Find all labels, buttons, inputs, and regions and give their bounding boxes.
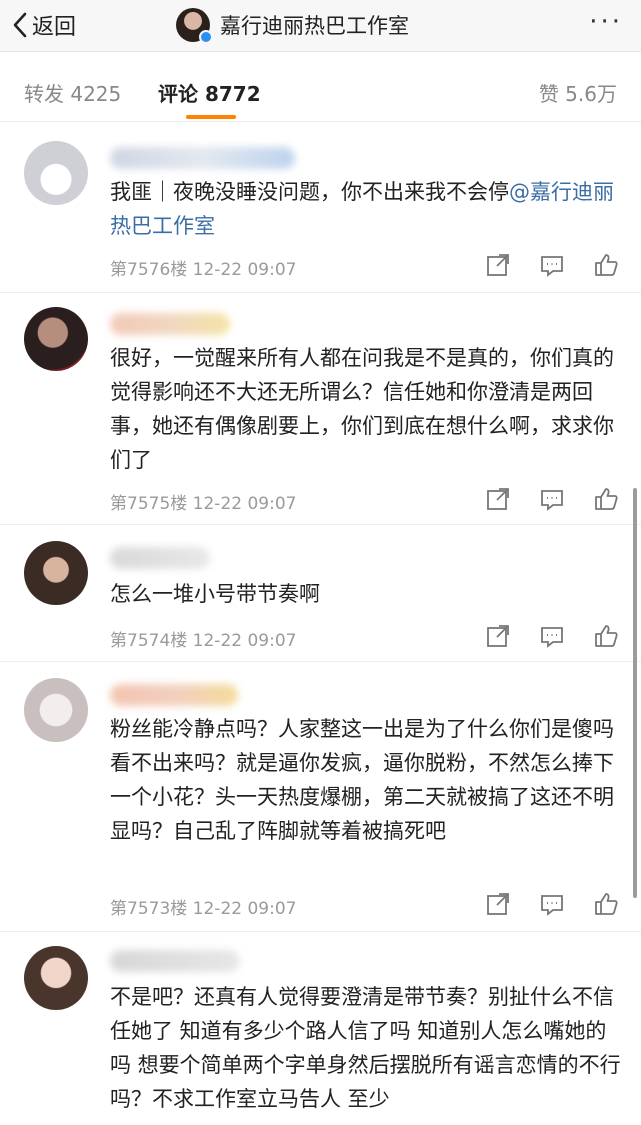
comment-item: 不是吧？还真有人觉得要澄清是带节奏？别扯什么不信任她了 知道有多少个路人信了吗 … xyxy=(0,932,641,1125)
floor-number: 第7576楼 xyxy=(110,260,188,280)
commenter-avatar[interactable] xyxy=(24,946,88,1010)
tab-bar: 转发 4225 评论 8772 赞 5.6万 xyxy=(0,52,641,122)
commenter-name-blurred[interactable] xyxy=(110,313,230,335)
comment-text: 我匪｜夜晚没睡没问题，你不出来我不会停@嘉行迪丽热巴工作室 xyxy=(110,175,625,243)
comment-time: 12-22 09:07 xyxy=(192,899,297,919)
back-button[interactable]: 返回 xyxy=(12,8,76,42)
comment-icon[interactable] xyxy=(539,486,565,512)
like-icon[interactable] xyxy=(593,891,619,917)
commenter-avatar[interactable] xyxy=(24,307,88,371)
comment-meta: 第7573楼 12-22 09:07 xyxy=(110,894,296,919)
header-title-group: 嘉行迪丽热巴工作室 xyxy=(176,6,409,44)
comment-time: 12-22 09:07 xyxy=(192,631,297,651)
comment-item: 很好，一觉醒来所有人都在问我是不是真的，你们真的觉得影响还不大还无所谓么？信任她… xyxy=(0,293,641,525)
comment-time: 12-22 09:07 xyxy=(192,260,297,280)
comment-meta: 第7575楼 12-22 09:07 xyxy=(110,489,296,514)
scrollbar[interactable] xyxy=(633,488,637,898)
comment-meta: 第7576楼 12-22 09:07 xyxy=(110,255,296,280)
commenter-name-blurred[interactable] xyxy=(110,547,210,569)
active-tab-indicator xyxy=(186,115,236,119)
share-icon[interactable] xyxy=(485,252,511,278)
commenter-name-blurred[interactable] xyxy=(110,147,295,169)
comment-text: 很好，一觉醒来所有人都在问我是不是真的，你们真的觉得影响还不大还无所谓么？信任她… xyxy=(110,346,614,472)
commenter-avatar[interactable] xyxy=(24,541,88,605)
comment-icon[interactable] xyxy=(539,891,565,917)
comment-actions xyxy=(485,252,619,278)
share-icon[interactable] xyxy=(485,623,511,649)
like-icon[interactable] xyxy=(593,486,619,512)
comment-actions xyxy=(485,486,619,512)
comment-item: 怎么一堆小号带节奏啊 第7574楼 12-22 09:07 xyxy=(0,525,641,662)
comment-item: 粉丝能冷静点吗？人家整这一出是为了什么你们是傻吗看不出来吗？就是逼你发疯，逼你脱… xyxy=(0,662,641,932)
comment-body: 我匪｜夜晚没睡没问题，你不出来我不会停 xyxy=(110,180,509,204)
comment-text: 怎么一堆小号带节奏啊 xyxy=(110,582,320,606)
comment-icon[interactable] xyxy=(539,252,565,278)
commenter-avatar[interactable] xyxy=(24,678,88,742)
comment-time: 12-22 09:07 xyxy=(192,494,297,514)
header-avatar xyxy=(176,8,213,44)
share-icon[interactable] xyxy=(485,486,511,512)
page-title: 嘉行迪丽热巴工作室 xyxy=(220,14,409,38)
comment-text: 不是吧？还真有人觉得要澄清是带节奏？别扯什么不信任她了 知道有多少个路人信了吗 … xyxy=(110,985,621,1111)
verified-badge-icon xyxy=(199,30,213,44)
like-icon[interactable] xyxy=(593,252,619,278)
like-icon[interactable] xyxy=(593,623,619,649)
share-icon[interactable] xyxy=(485,891,511,917)
tab-likes[interactable]: 赞 5.6万 xyxy=(539,78,617,107)
more-dots-icon[interactable]: ··· xyxy=(589,9,623,35)
commenter-avatar[interactable] xyxy=(24,141,88,205)
comment-icon[interactable] xyxy=(539,623,565,649)
comment-actions xyxy=(485,623,619,649)
tab-comments[interactable]: 评论 8772 xyxy=(158,78,261,107)
back-chevron-icon xyxy=(13,12,27,38)
back-label: 返回 xyxy=(32,15,77,40)
comment-item: 我匪｜夜晚没睡没问题，你不出来我不会停@嘉行迪丽热巴工作室 第7576楼 12-… xyxy=(0,123,641,293)
commenter-name-blurred[interactable] xyxy=(110,684,238,706)
comment-actions xyxy=(485,891,619,917)
comment-meta: 第7574楼 12-22 09:07 xyxy=(110,626,296,651)
comment-text: 粉丝能冷静点吗？人家整这一出是为了什么你们是傻吗看不出来吗？就是逼你发疯，逼你脱… xyxy=(110,717,614,843)
floor-number: 第7573楼 xyxy=(110,899,188,919)
tab-reposts[interactable]: 转发 4225 xyxy=(24,78,121,107)
floor-number: 第7574楼 xyxy=(110,631,188,651)
floor-number: 第7575楼 xyxy=(110,494,188,514)
nav-header: 返回 嘉行迪丽热巴工作室 ··· xyxy=(0,0,641,52)
commenter-name-blurred[interactable] xyxy=(110,950,240,972)
